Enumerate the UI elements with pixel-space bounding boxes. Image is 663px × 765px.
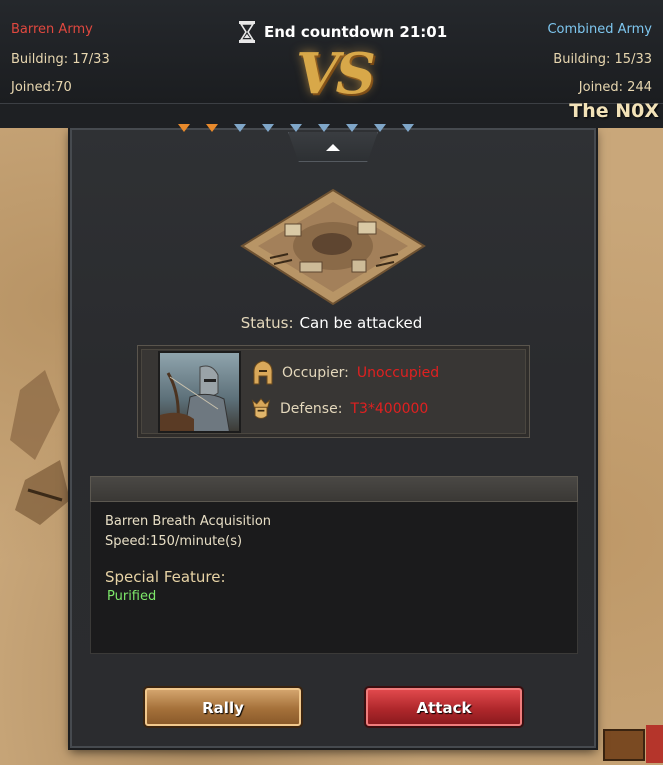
- countdown-text: End countdown 21:01: [264, 23, 448, 41]
- background-chest: [603, 725, 663, 763]
- resource-title: Barren Breath Acquisition: [105, 514, 272, 529]
- special-feature-title: Special Feature:: [105, 568, 226, 586]
- progress-marker-pending: [318, 124, 330, 132]
- occupier-row: Occupier: Unoccupied: [252, 360, 439, 386]
- defense-row: Defense: T3*400000: [250, 396, 428, 422]
- alliance-name[interactable]: The N0X: [569, 100, 659, 122]
- rally-button[interactable]: Rally: [145, 688, 301, 726]
- building-image: [240, 188, 426, 306]
- background-rock-formation: [10, 370, 70, 525]
- right-army-name: Combined Army: [547, 22, 652, 37]
- progress-marker-pending: [374, 124, 386, 132]
- crowned-helmet-icon: [251, 398, 271, 419]
- progress-marker-done: [206, 124, 218, 132]
- helmet-icon: [253, 360, 273, 385]
- versus-header: Barren Army Building: 17/33 Joined:70 En…: [0, 0, 663, 104]
- collapse-button[interactable]: [288, 132, 378, 162]
- status-label: Status:: [240, 314, 294, 332]
- progress-marker-pending: [346, 124, 358, 132]
- progress-marker-pending: [234, 124, 246, 132]
- progress-marker-pending: [262, 124, 274, 132]
- status-value: Can be attacked: [299, 314, 423, 332]
- hourglass-icon: [239, 21, 255, 43]
- right-building-count: Building: 15/33: [553, 52, 652, 67]
- progress-marker-pending: [290, 124, 302, 132]
- resource-speed: Speed:150/minute(s): [105, 534, 243, 549]
- left-joined-count: Joined:70: [11, 80, 72, 95]
- right-joined-count: Joined: 244: [578, 80, 652, 95]
- left-building-count: Building: 17/33: [11, 52, 110, 67]
- left-army-name: Barren Army: [11, 22, 93, 37]
- description-header: [90, 476, 578, 502]
- chevron-up-icon: [326, 144, 340, 151]
- defender-portrait: [158, 351, 241, 433]
- progress-marker-pending: [402, 124, 414, 132]
- progress-marker-done: [178, 124, 190, 132]
- vs-logo: VS: [296, 41, 376, 107]
- occupier-value: Unoccupied: [356, 365, 440, 381]
- attack-button[interactable]: Attack: [366, 688, 522, 726]
- defense-value: T3*400000: [350, 401, 429, 417]
- occupier-label: Occupier:: [282, 365, 349, 381]
- defense-label: Defense:: [280, 401, 343, 417]
- special-feature-value: Purified: [107, 589, 157, 604]
- status-line: Status: Can be attacked: [0, 314, 663, 332]
